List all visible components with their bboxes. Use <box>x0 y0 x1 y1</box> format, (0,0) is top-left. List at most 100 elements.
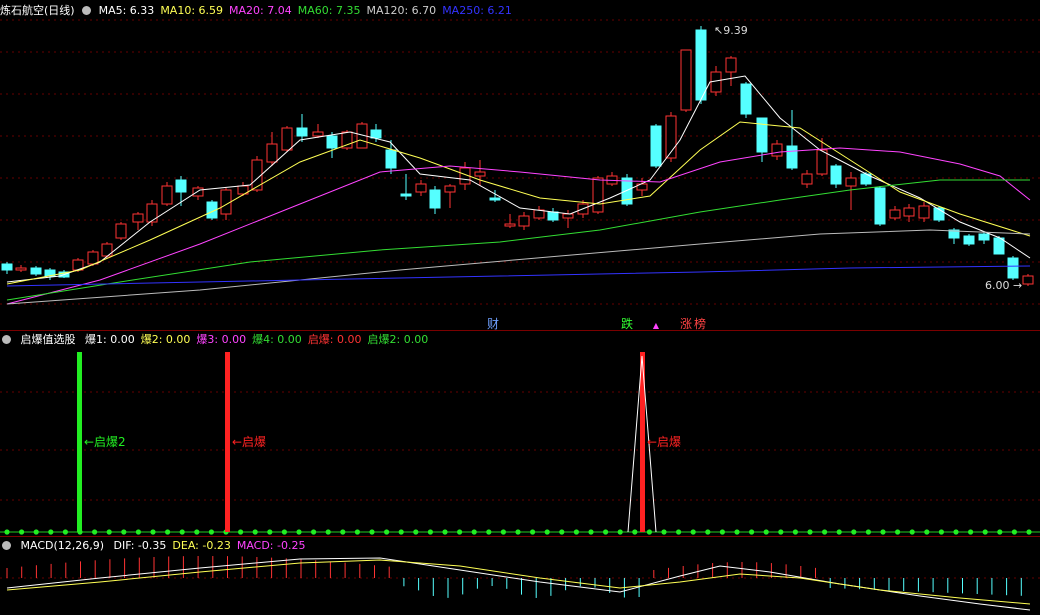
indicator-dot <box>442 529 448 535</box>
indicator-dot <box>500 529 506 535</box>
indicator-dot <box>690 529 696 535</box>
signal-bar <box>225 352 230 532</box>
indicator-dot <box>179 529 185 535</box>
candle-body <box>146 203 158 223</box>
event-marker: ▲ <box>653 321 660 330</box>
indicator-dot <box>354 529 360 535</box>
indicator-dot <box>763 529 769 535</box>
candle-body <box>963 235 975 245</box>
candle-body <box>30 267 42 275</box>
candle-body <box>518 215 530 227</box>
candle-body <box>370 129 382 139</box>
indicator-dot <box>92 529 98 535</box>
indicator-dot <box>33 529 39 535</box>
candle-body <box>547 211 559 221</box>
candle-body <box>132 213 144 223</box>
candle-body <box>650 125 662 167</box>
low-price-label: 6.00 → <box>985 279 1022 292</box>
ma120-line <box>6 229 1031 305</box>
indicator-dot <box>734 529 740 535</box>
indicator-dot <box>661 529 667 535</box>
signal-label: ←启爆2 <box>84 435 126 449</box>
indicator-dot <box>486 529 492 535</box>
indicator-dot <box>778 529 784 535</box>
candle-body <box>444 185 456 193</box>
candle-body <box>801 173 813 185</box>
indicator-dot <box>1026 529 1032 535</box>
indicator-dot <box>238 529 244 535</box>
candle-body <box>400 193 412 197</box>
candle-body <box>312 131 324 137</box>
candle-body <box>474 171 486 177</box>
candle-body <box>192 187 204 197</box>
signal-label: ←启爆 <box>232 435 266 449</box>
indicator-dot <box>909 529 915 535</box>
indicator-dot <box>4 529 10 535</box>
indicator-dot <box>938 529 945 535</box>
candle-body <box>903 207 915 217</box>
candle-body <box>816 149 828 175</box>
indicator-dot <box>676 529 682 535</box>
candle-body <box>725 57 737 73</box>
signal-label: ←启爆 <box>647 435 681 449</box>
indicator-dot <box>471 529 477 535</box>
signal-bar <box>77 352 82 532</box>
indicator-dot <box>953 529 959 535</box>
indicator-dot <box>792 529 799 535</box>
indicator-dot <box>997 529 1003 535</box>
indicator-dot <box>252 529 258 535</box>
candle-body <box>87 251 99 265</box>
candle-body <box>489 197 501 201</box>
indicator-dot <box>530 529 536 535</box>
indicator-dot <box>398 529 404 535</box>
candle-body <box>281 127 293 151</box>
candle-body <box>740 83 752 115</box>
candle-body <box>296 127 308 137</box>
indicator-dot <box>208 529 214 535</box>
candle-body <box>845 177 857 187</box>
indicator-dot <box>165 529 171 535</box>
indicator-dot <box>603 529 609 535</box>
candle-body <box>1 263 13 271</box>
indicator-dot <box>617 529 623 535</box>
candle-body <box>504 223 516 227</box>
indicator-dot <box>19 529 25 535</box>
indicator-dot <box>573 529 580 535</box>
candle-body <box>385 149 397 169</box>
indicator-dot <box>851 529 857 535</box>
indicator-dot <box>457 529 463 535</box>
indicator-dot <box>325 529 331 535</box>
event-marker: 财 <box>487 317 499 331</box>
indicator-dot <box>106 529 112 535</box>
indicator-dot <box>968 529 974 535</box>
candle-body <box>756 117 768 153</box>
candle-body <box>918 205 930 219</box>
indicator-dot <box>427 529 433 535</box>
indicator-dot <box>880 529 886 535</box>
ma5-line <box>6 75 1031 283</box>
candle-body <box>562 213 574 219</box>
indicator-dot <box>267 529 273 535</box>
indicator-dot <box>749 529 755 535</box>
indicator-dot <box>1011 529 1018 535</box>
indicator-dot <box>807 529 813 535</box>
indicator-dot <box>705 529 711 535</box>
indicator-dot <box>135 529 141 535</box>
indicator-dot <box>413 529 419 535</box>
candle-body <box>161 185 173 205</box>
event-marker: 跌 <box>621 316 633 331</box>
indicator-dot <box>559 529 565 535</box>
indicator-dot <box>836 529 842 535</box>
indicator-dot <box>340 529 346 535</box>
candle-body <box>680 49 692 111</box>
candle-body <box>115 223 127 239</box>
candle-body <box>1007 257 1019 279</box>
indicator-dot <box>281 529 287 535</box>
chart-canvas[interactable]: ↖9.39 6.00 → 财 跌 ▲ 涨榜 ←启爆2 ←启爆 ←启爆 <box>0 0 1040 615</box>
indicator-dot <box>822 529 828 535</box>
event-marker: 榜 <box>694 316 706 331</box>
candle-body <box>889 209 901 219</box>
candle-body <box>978 233 990 241</box>
indicator-dot <box>588 529 594 535</box>
candle-body <box>266 143 278 163</box>
